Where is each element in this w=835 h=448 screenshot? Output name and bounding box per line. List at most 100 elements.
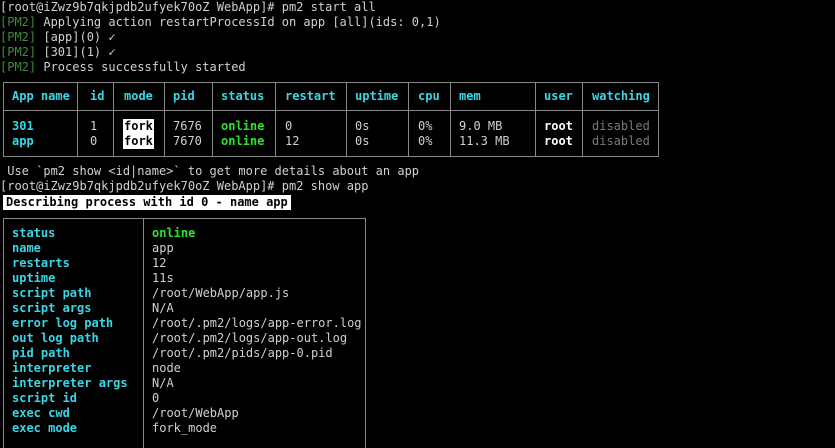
describe-key: error log path bbox=[12, 316, 114, 330]
describe-key: exec cwd bbox=[12, 406, 70, 420]
table-row: script id 0 bbox=[4, 391, 365, 406]
describe-value: N/A bbox=[152, 376, 174, 390]
column-divider bbox=[212, 83, 213, 156]
header-mode: mode bbox=[124, 89, 153, 103]
column-divider bbox=[408, 83, 409, 156]
table-row-mode: fork bbox=[123, 119, 154, 134]
header-restart: restart bbox=[285, 89, 336, 103]
describe-value: N/A bbox=[152, 301, 174, 315]
describe-key: out log path bbox=[12, 331, 99, 345]
process-table: App name id mode pid status restart upti… bbox=[3, 82, 659, 157]
describe-value: node bbox=[152, 361, 181, 375]
table-row-restart: 0 bbox=[285, 119, 293, 133]
output-text: [301](1) ✓ bbox=[36, 45, 116, 59]
describe-value: online bbox=[152, 226, 196, 240]
describe-key: status bbox=[12, 226, 56, 240]
describe-key: interpreter args bbox=[12, 376, 128, 390]
table-row: restarts 12 bbox=[4, 256, 365, 271]
table-row-mode: fork bbox=[123, 134, 154, 149]
table-row-name: 301 bbox=[12, 119, 34, 133]
table-row: error log path/root/.pm2/logs/app-error.… bbox=[4, 316, 365, 331]
table-row-status: online bbox=[221, 119, 265, 133]
output-line-started: [PM2] Process successfully started bbox=[0, 60, 246, 75]
table-row-restart: 12 bbox=[285, 134, 300, 148]
header-mem: mem bbox=[459, 89, 481, 103]
describe-value: /root/WebApp/app.js bbox=[152, 286, 290, 300]
header-cpu: cpu bbox=[418, 89, 440, 103]
header-divider bbox=[4, 110, 658, 111]
table-row-id: 1 bbox=[90, 119, 98, 133]
table-row-id: 0 bbox=[90, 134, 98, 148]
table-row-cpu: 0% bbox=[418, 134, 433, 148]
describe-banner: Describing process with id 0 - name app bbox=[3, 195, 291, 210]
table-row: exec cwd/root/WebApp bbox=[4, 406, 365, 421]
table-row-uptime: 0s bbox=[355, 134, 370, 148]
column-divider bbox=[346, 83, 347, 156]
output-text: Process successfully started bbox=[36, 60, 246, 74]
table-row-status: online bbox=[221, 134, 265, 148]
table-row-name: app bbox=[12, 134, 34, 148]
describe-value: 12 bbox=[152, 256, 167, 270]
table-row-watching: disabled bbox=[592, 134, 650, 148]
pm2-tag: [PM2] bbox=[0, 15, 37, 29]
column-divider bbox=[77, 83, 78, 156]
header-pid: pid bbox=[173, 89, 195, 103]
column-divider bbox=[275, 83, 276, 156]
describe-value: app bbox=[152, 241, 174, 255]
describe-value: /root/WebApp bbox=[152, 406, 239, 420]
column-divider bbox=[164, 83, 165, 156]
table-row: exec mode fork_mode bbox=[4, 421, 365, 436]
table-row-uptime: 0s bbox=[355, 119, 370, 133]
table-row: pid path/root/.pm2/pids/app-0.pid bbox=[4, 346, 365, 361]
table-row: uptime 11s bbox=[4, 271, 365, 286]
describe-key: script id bbox=[12, 391, 78, 405]
table-row-pid: 7670 bbox=[173, 134, 202, 148]
output-line-applying: [PM2] Applying action restartProcessId o… bbox=[0, 15, 441, 30]
table-row: status online bbox=[4, 226, 365, 241]
pm2-tag: [PM2] bbox=[0, 60, 37, 74]
describe-table: status online name app restarts 12 uptime 11s sc… bbox=[3, 218, 366, 448]
column-divider bbox=[113, 83, 114, 156]
column-divider bbox=[582, 83, 583, 156]
table-row-user: root bbox=[544, 134, 573, 148]
table-row-mem: 9.0 MB bbox=[459, 119, 503, 133]
output-line-app: [PM2] [app](0) ✓ bbox=[0, 30, 116, 45]
describe-key: exec mode bbox=[12, 421, 78, 435]
table-row-cpu: 0% bbox=[418, 119, 433, 133]
command-line-start: [root@iZwz9b7qkjpdb2ufyek70oZ WebApp]# p… bbox=[0, 0, 376, 15]
header-uptime: uptime bbox=[355, 89, 399, 103]
header-id: id bbox=[90, 89, 105, 103]
shell-prompt: [root@iZwz9b7qkjpdb2ufyek70oZ WebApp]# bbox=[0, 179, 282, 193]
table-row-watching: disabled bbox=[592, 119, 650, 133]
describe-value: 0 bbox=[152, 391, 160, 405]
table-row: out log path/root/.pm2/logs/app-out.log bbox=[4, 331, 365, 346]
describe-key: interpreter bbox=[12, 361, 92, 375]
table-row: script path/root/WebApp/app.js bbox=[4, 286, 365, 301]
describe-value: fork_mode bbox=[152, 421, 218, 435]
output-line-301: [PM2] [301](1) ✓ bbox=[0, 45, 116, 60]
table-row-user: root bbox=[544, 119, 573, 133]
describe-key: script path bbox=[12, 286, 92, 300]
describe-key: restarts bbox=[12, 256, 70, 270]
table-row: interpreter node bbox=[4, 361, 365, 376]
describe-key: uptime bbox=[12, 271, 56, 285]
pm2-tag: [PM2] bbox=[0, 45, 37, 59]
table-row: name app bbox=[4, 241, 365, 256]
shell-prompt: [root@iZwz9b7qkjpdb2ufyek70oZ WebApp]# bbox=[0, 0, 282, 14]
command-line-show: [root@iZwz9b7qkjpdb2ufyek70oZ WebApp]# p… bbox=[0, 179, 368, 194]
output-text: Applying action restartProcessId on app … bbox=[36, 15, 441, 29]
table-row-mem: 11.3 MB bbox=[459, 134, 510, 148]
header-app-name: App name bbox=[12, 89, 70, 103]
column-divider bbox=[450, 83, 451, 156]
describe-value: /root/.pm2/logs/app-out.log bbox=[152, 331, 348, 345]
column-divider bbox=[535, 83, 536, 156]
describe-value: /root/.pm2/logs/app-error.log bbox=[152, 316, 362, 330]
table-row: script args N/A bbox=[4, 301, 365, 316]
describe-value: /root/.pm2/pids/app-0.pid bbox=[152, 346, 333, 360]
shell-command: pm2 start all bbox=[281, 0, 376, 14]
header-watching: watching bbox=[592, 89, 650, 103]
describe-key: pid path bbox=[12, 346, 70, 360]
table-row-pid: 7676 bbox=[173, 119, 202, 133]
header-user: user bbox=[544, 89, 573, 103]
describe-key: script args bbox=[12, 301, 92, 315]
